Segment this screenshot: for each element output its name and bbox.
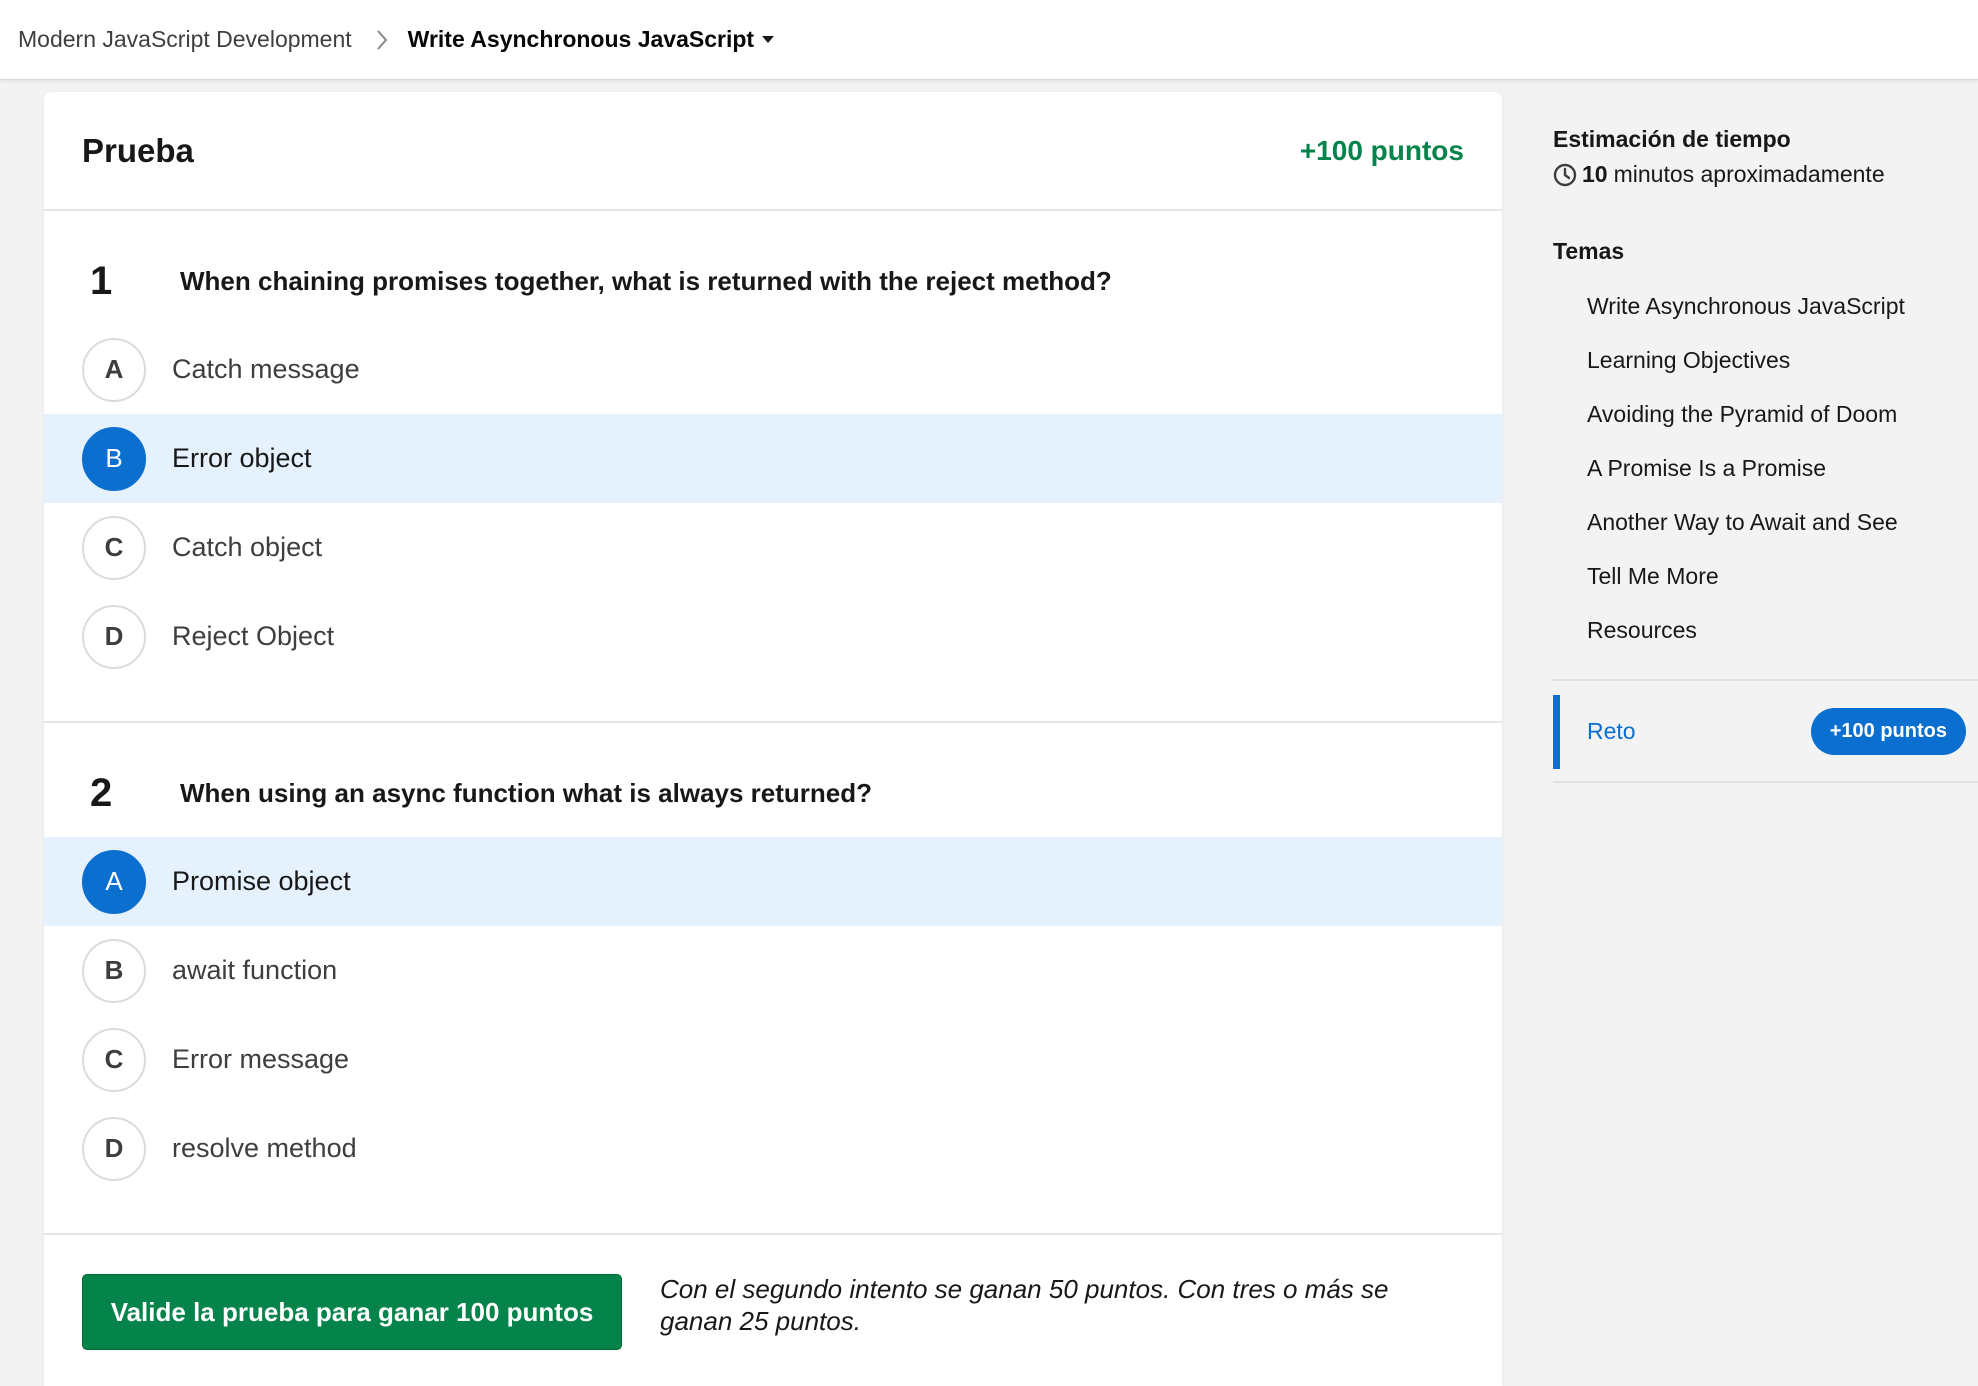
option-letter: A: [82, 337, 146, 402]
answer-option-2d[interactable]: D resolve method: [44, 1104, 1502, 1193]
challenge-points-badge: +100 puntos: [1810, 707, 1966, 755]
answer-option-1b[interactable]: B Error object: [44, 414, 1502, 503]
option-letter: C: [82, 1027, 146, 1092]
challenge-label: Reto: [1587, 717, 1636, 744]
option-label: Catch message: [172, 354, 360, 384]
breadcrumb: Modern JavaScript Development Write Asyn…: [0, 0, 1978, 80]
answer-option-1d[interactable]: D Reject Object: [44, 592, 1502, 681]
quiz-card: Prueba +100 puntos 1 When chaining promi…: [44, 92, 1502, 1386]
option-letter: D: [82, 1116, 146, 1181]
topic-item[interactable]: Write Asynchronous JavaScript: [1553, 279, 1978, 333]
option-label: resolve method: [172, 1133, 357, 1163]
caret-down-icon: [762, 35, 775, 44]
time-estimate: 10 minutos aproximadamente: [1553, 161, 1978, 188]
topic-item[interactable]: A Promise Is a Promise: [1553, 441, 1978, 495]
option-label: Error message: [172, 1044, 350, 1074]
sidebar: Estimación de tiempo 10 minutos aproxima…: [1553, 92, 1978, 783]
answer-option-1a[interactable]: A Catch message: [44, 325, 1502, 414]
option-label: Error object: [172, 443, 312, 473]
submit-quiz-button[interactable]: Valide la prueba para ganar 100 puntos: [82, 1274, 622, 1350]
option-label: Promise object: [172, 866, 351, 896]
topic-item[interactable]: Tell Me More: [1553, 549, 1978, 603]
question-text: When using an async function what is alw…: [180, 777, 873, 808]
quiz-points: +100 puntos: [1299, 134, 1464, 166]
option-letter: C: [82, 515, 146, 580]
topic-item[interactable]: Avoiding the Pyramid of Doom: [1553, 387, 1978, 441]
answer-option-2c[interactable]: C Error message: [44, 1015, 1502, 1104]
question-number: 2: [90, 770, 113, 815]
option-label: await function: [172, 955, 338, 985]
quiz-title: Prueba: [82, 131, 194, 169]
quiz-footer: Valide la prueba para ganar 100 puntos C…: [44, 1235, 1502, 1350]
time-estimate-text: minutos aproximadamente: [1613, 161, 1885, 187]
active-indicator: [1553, 695, 1560, 769]
topic-item[interactable]: Learning Objectives: [1553, 333, 1978, 387]
option-letter: B: [82, 426, 146, 491]
option-letter: B: [82, 938, 146, 1003]
answer-option-1c[interactable]: C Catch object: [44, 503, 1502, 592]
answer-option-2b[interactable]: B await function: [44, 926, 1502, 1015]
attempts-note: Con el segundo intento se ganan 50 punto…: [660, 1274, 1389, 1336]
breadcrumb-current-label: Write Asynchronous JavaScript: [407, 26, 755, 52]
time-estimate-value: 10: [1582, 161, 1608, 187]
answer-option-2a[interactable]: A Promise object: [44, 837, 1502, 926]
question-1: 1 When chaining promises together, what …: [44, 211, 1502, 723]
chevron-right-icon: [376, 29, 388, 51]
challenge-nav-item[interactable]: Reto +100 puntos: [1553, 681, 1978, 783]
time-estimate-title: Estimación de tiempo: [1553, 126, 1791, 152]
topics-title: Temas: [1553, 238, 1625, 264]
question-2: 2 When using an async function what is a…: [44, 723, 1502, 1235]
option-label: Reject Object: [172, 621, 335, 651]
question-number: 1: [90, 258, 113, 303]
breadcrumb-current-dropdown[interactable]: Write Asynchronous JavaScript: [407, 26, 775, 53]
clock-icon: [1553, 163, 1577, 187]
topic-item[interactable]: Resources: [1553, 603, 1978, 657]
topics-list: Write Asynchronous JavaScript Learning O…: [1553, 279, 1978, 657]
option-label: Catch object: [172, 532, 323, 562]
question-text: When chaining promises together, what is…: [180, 265, 1112, 296]
breadcrumb-parent-link[interactable]: Modern JavaScript Development: [18, 26, 352, 53]
option-letter: D: [82, 604, 146, 669]
topic-item[interactable]: Another Way to Await and See: [1553, 495, 1978, 549]
option-letter: A: [82, 849, 146, 914]
quiz-header: Prueba +100 puntos: [44, 92, 1502, 211]
